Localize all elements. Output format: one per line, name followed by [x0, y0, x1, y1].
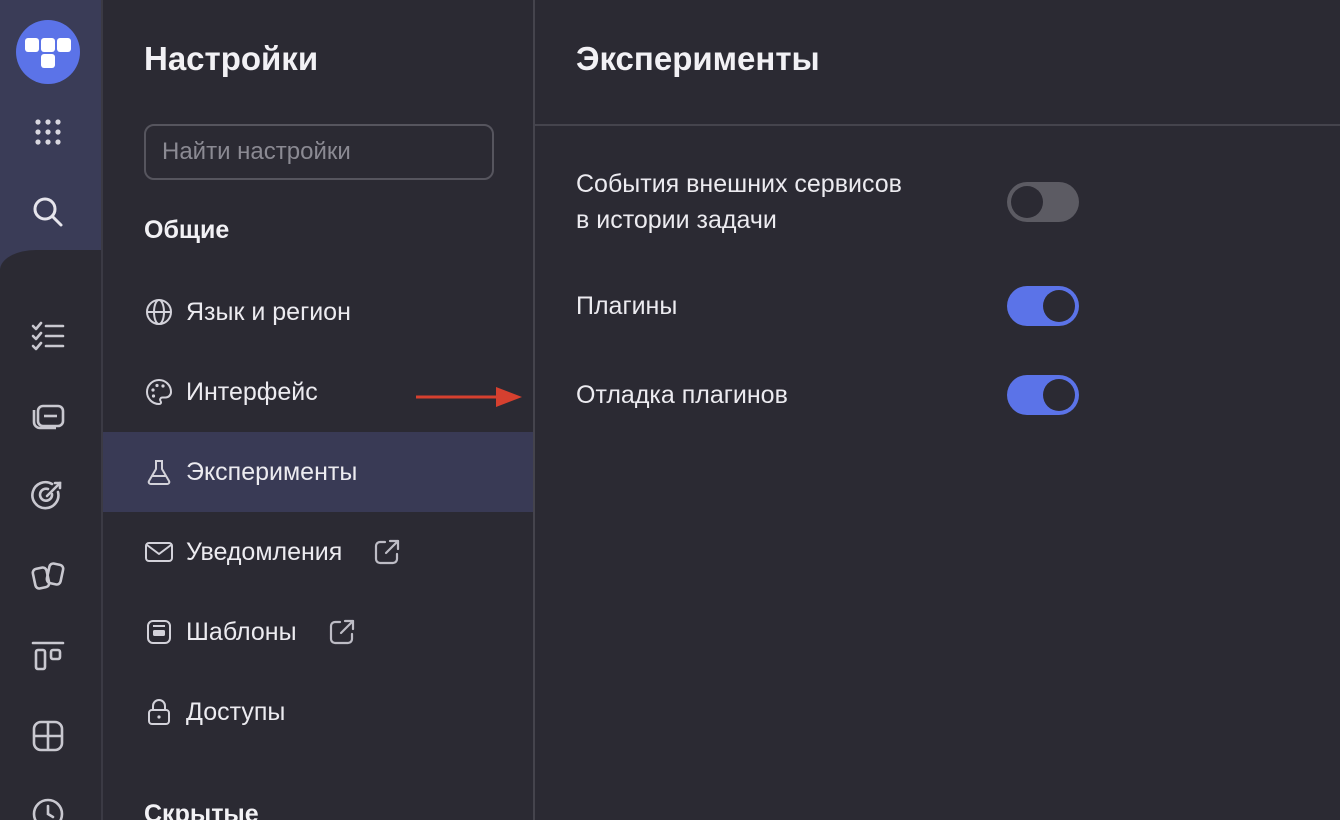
- toggle-plugin-debugging[interactable]: [1007, 375, 1079, 415]
- nav-item-label: Язык и регион: [186, 297, 351, 326]
- toggle-knob: [1043, 379, 1075, 411]
- setting-label-external-events: События внешних сервисов в истории задач…: [576, 170, 902, 234]
- logo-icon[interactable]: [16, 20, 80, 84]
- main-content: Эксперименты События внешних сервисов в …: [535, 0, 1340, 820]
- toggle-knob: [1043, 290, 1075, 322]
- board-icon[interactable]: [28, 636, 68, 676]
- settings-search-input[interactable]: [144, 124, 494, 180]
- toggle-external-events[interactable]: [1007, 182, 1079, 222]
- nav-title: Настройки: [144, 40, 319, 77]
- flask-icon: [144, 457, 174, 487]
- annotation-arrow-icon: [416, 387, 522, 407]
- palette-icon: [144, 377, 174, 407]
- nav-item-experiments[interactable]: Эксперименты: [103, 432, 533, 512]
- projects-icon[interactable]: [28, 556, 68, 596]
- goals-icon[interactable]: [28, 476, 68, 516]
- main-header: Эксперименты: [535, 0, 1340, 126]
- toggle-knob: [1011, 186, 1043, 218]
- nav-item-label: Интерфейс: [186, 377, 318, 406]
- nav-item-label: Шаблоны: [186, 617, 297, 646]
- checklist-icon[interactable]: [28, 316, 68, 356]
- globe-icon: [144, 297, 174, 327]
- nav-item-language-region[interactable]: Язык и регион: [103, 272, 533, 352]
- settings-nav-panel: Настройки Общие Язык и регион: [103, 0, 535, 820]
- nav-item-label: Доступы: [186, 697, 286, 726]
- nav-item-label: Эксперименты: [186, 457, 358, 486]
- grid-icon[interactable]: [28, 716, 68, 756]
- clock-icon[interactable]: [28, 794, 68, 820]
- external-link-icon[interactable]: [372, 537, 402, 567]
- icon-rail: [0, 0, 103, 820]
- nav-item-templates[interactable]: Шаблоны: [103, 592, 533, 672]
- template-icon: [144, 617, 174, 647]
- page-title: Эксперименты: [576, 40, 820, 77]
- nav-item-notifications[interactable]: Уведомления: [103, 512, 533, 592]
- search-icon[interactable]: [28, 192, 68, 232]
- setting-label-plugins: Плагины: [576, 292, 678, 320]
- lock-icon: [144, 697, 174, 727]
- mail-icon: [144, 537, 174, 567]
- apps-grid-icon[interactable]: [28, 112, 68, 152]
- nav-section-hidden: Скрытые: [144, 800, 259, 820]
- external-link-icon[interactable]: [327, 617, 357, 647]
- app-window: Настройки Общие Язык и регион: [0, 0, 1340, 820]
- toggle-plugins[interactable]: [1007, 286, 1079, 326]
- nav-section-general: Общие: [144, 216, 230, 244]
- setting-label-plugin-debugging: Отладка плагинов: [576, 381, 788, 409]
- nav-item-access[interactable]: Доступы: [103, 672, 533, 752]
- nav-item-label: Уведомления: [186, 537, 343, 566]
- folders-icon[interactable]: [28, 396, 68, 436]
